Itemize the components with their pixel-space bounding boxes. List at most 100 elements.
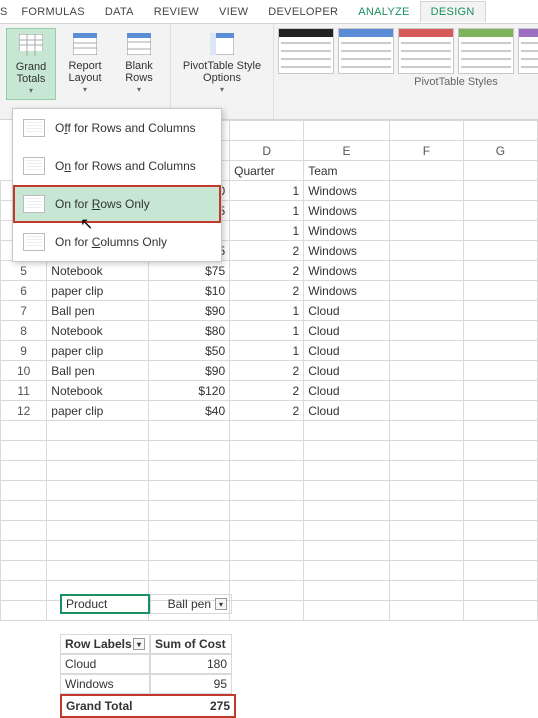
- style-thumb-1[interactable]: [338, 28, 394, 74]
- style-thumb-0[interactable]: [278, 28, 334, 74]
- cell-team[interactable]: Windows: [304, 261, 390, 281]
- cell-quarter[interactable]: 1: [230, 341, 304, 361]
- table-row[interactable]: [1, 421, 538, 441]
- row-number[interactable]: 11: [1, 381, 47, 401]
- cell-quarter[interactable]: 2: [230, 281, 304, 301]
- cell-cost[interactable]: $75: [149, 261, 230, 281]
- cell-product[interactable]: paper clip: [47, 401, 149, 421]
- cell-product[interactable]: paper clip: [47, 281, 149, 301]
- col-d[interactable]: D: [230, 141, 304, 161]
- tab-data[interactable]: DATA: [95, 2, 144, 22]
- cell-cost[interactable]: $90: [149, 361, 230, 381]
- cell-quarter[interactable]: 2: [230, 381, 304, 401]
- table-row[interactable]: [1, 541, 538, 561]
- cell-quarter[interactable]: 1: [230, 301, 304, 321]
- cell-team[interactable]: Cloud: [304, 361, 390, 381]
- table-row[interactable]: 6paper clip$102Windows: [1, 281, 538, 301]
- table-row[interactable]: 5Notebook$752Windows: [1, 261, 538, 281]
- pt-style-options-button[interactable]: PivotTable Style Options ▾: [177, 28, 267, 98]
- pivot-row-label: Cloud: [60, 654, 150, 674]
- table-row[interactable]: [1, 521, 538, 541]
- cell-cost[interactable]: $10: [149, 281, 230, 301]
- cell-quarter[interactable]: 2: [230, 241, 304, 261]
- row-number[interactable]: 5: [1, 261, 47, 281]
- table-row[interactable]: [1, 461, 538, 481]
- tab-review[interactable]: REVIEW: [144, 2, 209, 22]
- pivot-filter-field[interactable]: Product: [60, 594, 150, 614]
- cell-team[interactable]: Cloud: [304, 401, 390, 421]
- row-number[interactable]: 12: [1, 401, 47, 421]
- cell-product[interactable]: Ball pen: [47, 301, 149, 321]
- table-row[interactable]: 8Notebook$801Cloud: [1, 321, 538, 341]
- dropdown-icon[interactable]: ▾: [133, 638, 145, 650]
- cell-product[interactable]: Ball pen: [47, 361, 149, 381]
- dd-item-3[interactable]: On for Columns Only: [13, 223, 221, 261]
- cell-team[interactable]: Cloud: [304, 381, 390, 401]
- table-row[interactable]: [1, 501, 538, 521]
- cell-quarter[interactable]: 2: [230, 361, 304, 381]
- table-row[interactable]: 7Ball pen$901Cloud: [1, 301, 538, 321]
- dd-item-1[interactable]: On for Rows and Columns: [13, 147, 221, 185]
- pivot-table[interactable]: Product Ball pen ▾ Row Labels ▾ Sum of C…: [60, 594, 236, 718]
- cell-product[interactable]: Notebook: [47, 261, 149, 281]
- table-row[interactable]: 12paper clip$402Cloud: [1, 401, 538, 421]
- dd-item-0[interactable]: Off for Rows and Columns: [13, 109, 221, 147]
- table-row[interactable]: [1, 441, 538, 461]
- table-row[interactable]: 9paper clip$501Cloud: [1, 341, 538, 361]
- cell-product[interactable]: Notebook: [47, 321, 149, 341]
- pivot-filter-value[interactable]: Ball pen ▾: [150, 594, 232, 614]
- cell-team[interactable]: Windows: [304, 181, 390, 201]
- cell-team[interactable]: Windows: [304, 281, 390, 301]
- cell-cost[interactable]: $120: [149, 381, 230, 401]
- row-number[interactable]: 8: [1, 321, 47, 341]
- style-thumb-4[interactable]: [518, 28, 538, 74]
- cell-quarter[interactable]: 2: [230, 261, 304, 281]
- cell-quarter[interactable]: 1: [230, 181, 304, 201]
- cell-team[interactable]: Windows: [304, 241, 390, 261]
- tab-partial[interactable]: S: [0, 2, 11, 22]
- report-layout-button[interactable]: Report Layout ▾: [60, 28, 110, 100]
- cell-team[interactable]: Cloud: [304, 301, 390, 321]
- cell-quarter[interactable]: 1: [230, 321, 304, 341]
- cell-cost[interactable]: $90: [149, 301, 230, 321]
- pivot-row-labels-header[interactable]: Row Labels ▾: [60, 634, 150, 654]
- tab-design[interactable]: DESIGN: [420, 1, 486, 22]
- cell-product[interactable]: Notebook: [47, 381, 149, 401]
- cell-team[interactable]: Windows: [304, 201, 390, 221]
- grand-totals-button[interactable]: Grand Totals ▾: [6, 28, 56, 100]
- dd-item-label: On for Columns Only: [55, 235, 167, 249]
- row-number[interactable]: 9: [1, 341, 47, 361]
- blank-rows-button[interactable]: Blank Rows ▾: [114, 28, 164, 100]
- col-f[interactable]: F: [389, 141, 463, 161]
- table-row[interactable]: 10Ball pen$902Cloud: [1, 361, 538, 381]
- style-gallery[interactable]: [274, 24, 538, 74]
- dd-item-2[interactable]: On for Rows Only: [13, 185, 221, 223]
- col-g[interactable]: G: [463, 141, 537, 161]
- tab-developer[interactable]: DEVELOPER: [258, 2, 348, 22]
- cell-cost[interactable]: $80: [149, 321, 230, 341]
- cell-product[interactable]: paper clip: [47, 341, 149, 361]
- pivot-data-row[interactable]: Cloud180: [60, 654, 236, 674]
- style-thumb-2[interactable]: [398, 28, 454, 74]
- row-number[interactable]: 6: [1, 281, 47, 301]
- cell-cost[interactable]: $50: [149, 341, 230, 361]
- cell-quarter[interactable]: 2: [230, 401, 304, 421]
- cell-quarter[interactable]: 1: [230, 221, 304, 241]
- tab-analyze[interactable]: ANALYZE: [348, 2, 419, 22]
- tab-view[interactable]: VIEW: [209, 2, 258, 22]
- style-thumb-3[interactable]: [458, 28, 514, 74]
- tab-formulas[interactable]: FORMULAS: [11, 2, 95, 22]
- table-row[interactable]: 11Notebook$1202Cloud: [1, 381, 538, 401]
- row-number[interactable]: 7: [1, 301, 47, 321]
- cell-team[interactable]: Cloud: [304, 321, 390, 341]
- cell-quarter[interactable]: 1: [230, 201, 304, 221]
- filter-icon[interactable]: ▾: [215, 598, 227, 610]
- cell-cost[interactable]: $40: [149, 401, 230, 421]
- row-number[interactable]: 10: [1, 361, 47, 381]
- table-row[interactable]: [1, 561, 538, 581]
- cell-team[interactable]: Cloud: [304, 341, 390, 361]
- col-e[interactable]: E: [304, 141, 390, 161]
- table-row[interactable]: [1, 481, 538, 501]
- pivot-data-row[interactable]: Windows95: [60, 674, 236, 694]
- cell-team[interactable]: Windows: [304, 221, 390, 241]
